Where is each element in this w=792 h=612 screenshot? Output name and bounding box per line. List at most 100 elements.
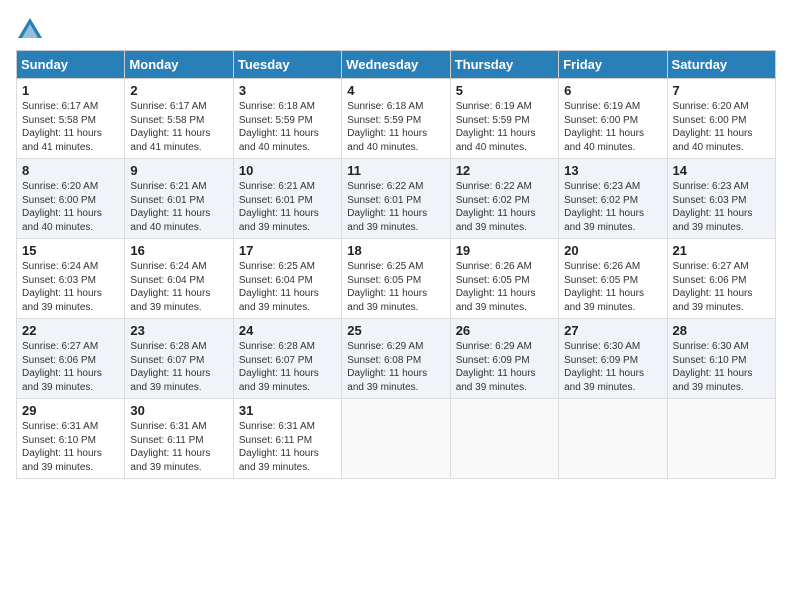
calendar-cell: 12 Sunrise: 6:22 AM Sunset: 6:02 PM Dayl… [450, 159, 558, 239]
calendar-cell: 2 Sunrise: 6:17 AM Sunset: 5:58 PM Dayli… [125, 79, 233, 159]
calendar-table: SundayMondayTuesdayWednesdayThursdayFrid… [16, 50, 776, 479]
calendar-cell: 13 Sunrise: 6:23 AM Sunset: 6:02 PM Dayl… [559, 159, 667, 239]
day-number: 30 [130, 403, 227, 418]
calendar-week-row: 1 Sunrise: 6:17 AM Sunset: 5:58 PM Dayli… [17, 79, 776, 159]
calendar-header-row: SundayMondayTuesdayWednesdayThursdayFrid… [17, 51, 776, 79]
calendar-cell: 28 Sunrise: 6:30 AM Sunset: 6:10 PM Dayl… [667, 319, 775, 399]
day-number: 18 [347, 243, 444, 258]
calendar-cell [667, 399, 775, 479]
cell-info: Sunrise: 6:18 AM Sunset: 5:59 PM Dayligh… [239, 100, 336, 154]
day-number: 16 [130, 243, 227, 258]
calendar-cell: 25 Sunrise: 6:29 AM Sunset: 6:08 PM Dayl… [342, 319, 450, 399]
day-number: 21 [673, 243, 770, 258]
day-number: 23 [130, 323, 227, 338]
calendar-cell: 21 Sunrise: 6:27 AM Sunset: 6:06 PM Dayl… [667, 239, 775, 319]
cell-info: Sunrise: 6:25 AM Sunset: 6:04 PM Dayligh… [239, 260, 336, 314]
day-number: 2 [130, 83, 227, 98]
day-number: 3 [239, 83, 336, 98]
day-number: 13 [564, 163, 661, 178]
cell-info: Sunrise: 6:30 AM Sunset: 6:09 PM Dayligh… [564, 340, 661, 394]
calendar-cell: 20 Sunrise: 6:26 AM Sunset: 6:05 PM Dayl… [559, 239, 667, 319]
cell-info: Sunrise: 6:25 AM Sunset: 6:05 PM Dayligh… [347, 260, 444, 314]
cell-info: Sunrise: 6:31 AM Sunset: 6:10 PM Dayligh… [22, 420, 119, 474]
day-number: 6 [564, 83, 661, 98]
cell-info: Sunrise: 6:17 AM Sunset: 5:58 PM Dayligh… [22, 100, 119, 154]
calendar-cell [342, 399, 450, 479]
cell-info: Sunrise: 6:26 AM Sunset: 6:05 PM Dayligh… [456, 260, 553, 314]
calendar-cell [450, 399, 558, 479]
cell-info: Sunrise: 6:31 AM Sunset: 6:11 PM Dayligh… [130, 420, 227, 474]
cell-info: Sunrise: 6:21 AM Sunset: 6:01 PM Dayligh… [130, 180, 227, 234]
calendar-day-header: Saturday [667, 51, 775, 79]
day-number: 31 [239, 403, 336, 418]
cell-info: Sunrise: 6:17 AM Sunset: 5:58 PM Dayligh… [130, 100, 227, 154]
calendar-cell: 4 Sunrise: 6:18 AM Sunset: 5:59 PM Dayli… [342, 79, 450, 159]
calendar-week-row: 22 Sunrise: 6:27 AM Sunset: 6:06 PM Dayl… [17, 319, 776, 399]
calendar-week-row: 15 Sunrise: 6:24 AM Sunset: 6:03 PM Dayl… [17, 239, 776, 319]
calendar-cell: 11 Sunrise: 6:22 AM Sunset: 6:01 PM Dayl… [342, 159, 450, 239]
day-number: 9 [130, 163, 227, 178]
cell-info: Sunrise: 6:27 AM Sunset: 6:06 PM Dayligh… [22, 340, 119, 394]
cell-info: Sunrise: 6:29 AM Sunset: 6:08 PM Dayligh… [347, 340, 444, 394]
day-number: 14 [673, 163, 770, 178]
calendar-cell: 9 Sunrise: 6:21 AM Sunset: 6:01 PM Dayli… [125, 159, 233, 239]
day-number: 5 [456, 83, 553, 98]
cell-info: Sunrise: 6:22 AM Sunset: 6:02 PM Dayligh… [456, 180, 553, 234]
day-number: 25 [347, 323, 444, 338]
day-number: 22 [22, 323, 119, 338]
day-number: 19 [456, 243, 553, 258]
calendar-cell: 19 Sunrise: 6:26 AM Sunset: 6:05 PM Dayl… [450, 239, 558, 319]
cell-info: Sunrise: 6:24 AM Sunset: 6:03 PM Dayligh… [22, 260, 119, 314]
cell-info: Sunrise: 6:20 AM Sunset: 6:00 PM Dayligh… [673, 100, 770, 154]
cell-info: Sunrise: 6:20 AM Sunset: 6:00 PM Dayligh… [22, 180, 119, 234]
calendar-day-header: Wednesday [342, 51, 450, 79]
cell-info: Sunrise: 6:27 AM Sunset: 6:06 PM Dayligh… [673, 260, 770, 314]
calendar-cell: 15 Sunrise: 6:24 AM Sunset: 6:03 PM Dayl… [17, 239, 125, 319]
calendar-cell: 27 Sunrise: 6:30 AM Sunset: 6:09 PM Dayl… [559, 319, 667, 399]
cell-info: Sunrise: 6:23 AM Sunset: 6:02 PM Dayligh… [564, 180, 661, 234]
day-number: 7 [673, 83, 770, 98]
day-number: 10 [239, 163, 336, 178]
cell-info: Sunrise: 6:22 AM Sunset: 6:01 PM Dayligh… [347, 180, 444, 234]
calendar-day-header: Monday [125, 51, 233, 79]
day-number: 17 [239, 243, 336, 258]
day-number: 28 [673, 323, 770, 338]
cell-info: Sunrise: 6:18 AM Sunset: 5:59 PM Dayligh… [347, 100, 444, 154]
cell-info: Sunrise: 6:19 AM Sunset: 5:59 PM Dayligh… [456, 100, 553, 154]
calendar-cell: 7 Sunrise: 6:20 AM Sunset: 6:00 PM Dayli… [667, 79, 775, 159]
calendar-week-row: 29 Sunrise: 6:31 AM Sunset: 6:10 PM Dayl… [17, 399, 776, 479]
calendar-day-header: Friday [559, 51, 667, 79]
cell-info: Sunrise: 6:31 AM Sunset: 6:11 PM Dayligh… [239, 420, 336, 474]
cell-info: Sunrise: 6:28 AM Sunset: 6:07 PM Dayligh… [239, 340, 336, 394]
calendar-cell: 30 Sunrise: 6:31 AM Sunset: 6:11 PM Dayl… [125, 399, 233, 479]
logo-icon [16, 16, 44, 44]
day-number: 12 [456, 163, 553, 178]
cell-info: Sunrise: 6:26 AM Sunset: 6:05 PM Dayligh… [564, 260, 661, 314]
calendar-week-row: 8 Sunrise: 6:20 AM Sunset: 6:00 PM Dayli… [17, 159, 776, 239]
cell-info: Sunrise: 6:29 AM Sunset: 6:09 PM Dayligh… [456, 340, 553, 394]
page-header [16, 16, 776, 44]
calendar-cell: 1 Sunrise: 6:17 AM Sunset: 5:58 PM Dayli… [17, 79, 125, 159]
calendar-cell: 29 Sunrise: 6:31 AM Sunset: 6:10 PM Dayl… [17, 399, 125, 479]
day-number: 26 [456, 323, 553, 338]
day-number: 24 [239, 323, 336, 338]
calendar-day-header: Sunday [17, 51, 125, 79]
calendar-cell [559, 399, 667, 479]
cell-info: Sunrise: 6:19 AM Sunset: 6:00 PM Dayligh… [564, 100, 661, 154]
calendar-cell: 3 Sunrise: 6:18 AM Sunset: 5:59 PM Dayli… [233, 79, 341, 159]
day-number: 29 [22, 403, 119, 418]
calendar-cell: 24 Sunrise: 6:28 AM Sunset: 6:07 PM Dayl… [233, 319, 341, 399]
day-number: 1 [22, 83, 119, 98]
day-number: 11 [347, 163, 444, 178]
calendar-cell: 5 Sunrise: 6:19 AM Sunset: 5:59 PM Dayli… [450, 79, 558, 159]
cell-info: Sunrise: 6:23 AM Sunset: 6:03 PM Dayligh… [673, 180, 770, 234]
logo [16, 16, 48, 44]
day-number: 4 [347, 83, 444, 98]
day-number: 8 [22, 163, 119, 178]
calendar-cell: 26 Sunrise: 6:29 AM Sunset: 6:09 PM Dayl… [450, 319, 558, 399]
calendar-cell: 16 Sunrise: 6:24 AM Sunset: 6:04 PM Dayl… [125, 239, 233, 319]
calendar-cell: 31 Sunrise: 6:31 AM Sunset: 6:11 PM Dayl… [233, 399, 341, 479]
calendar-cell: 14 Sunrise: 6:23 AM Sunset: 6:03 PM Dayl… [667, 159, 775, 239]
calendar-cell: 23 Sunrise: 6:28 AM Sunset: 6:07 PM Dayl… [125, 319, 233, 399]
calendar-day-header: Thursday [450, 51, 558, 79]
